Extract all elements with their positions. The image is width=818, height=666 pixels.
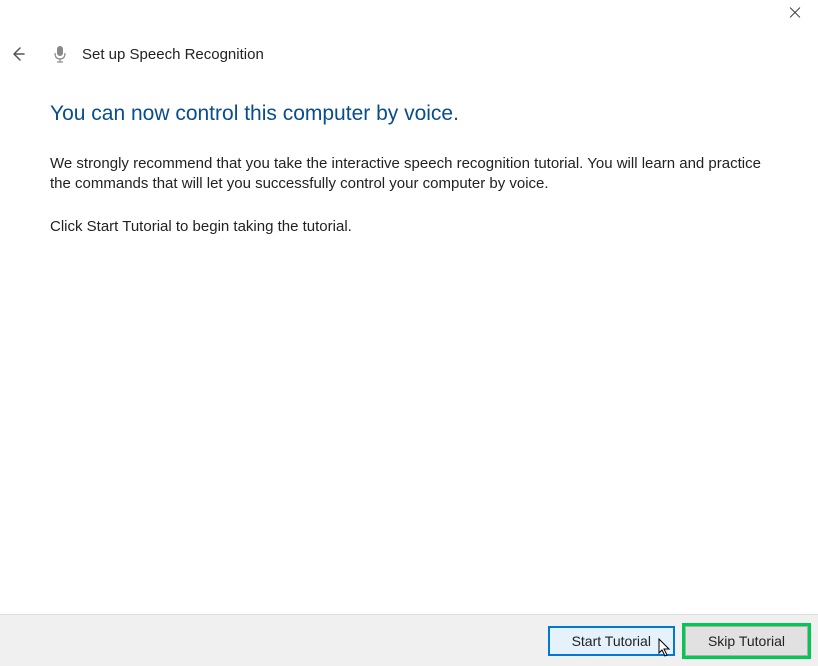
back-arrow-icon (9, 45, 27, 63)
skip-tutorial-button[interactable]: Skip Tutorial (685, 626, 808, 656)
title-bar (0, 0, 818, 30)
close-icon[interactable] (788, 6, 802, 20)
header-row: Set up Speech Recognition (0, 44, 818, 64)
start-tutorial-button[interactable]: Start Tutorial (548, 626, 675, 656)
instruction-paragraph-1: We strongly recommend that you take the … (50, 154, 768, 195)
footer-bar: Start Tutorial Skip Tutorial (0, 614, 818, 666)
microphone-icon (52, 46, 68, 62)
content-area: You can now control this computer by voi… (0, 102, 818, 237)
instruction-paragraph-2: Click Start Tutorial to begin taking the… (50, 217, 768, 237)
back-button[interactable] (8, 44, 28, 64)
wizard-title: Set up Speech Recognition (82, 46, 264, 63)
page-headline: You can now control this computer by voi… (50, 102, 768, 126)
